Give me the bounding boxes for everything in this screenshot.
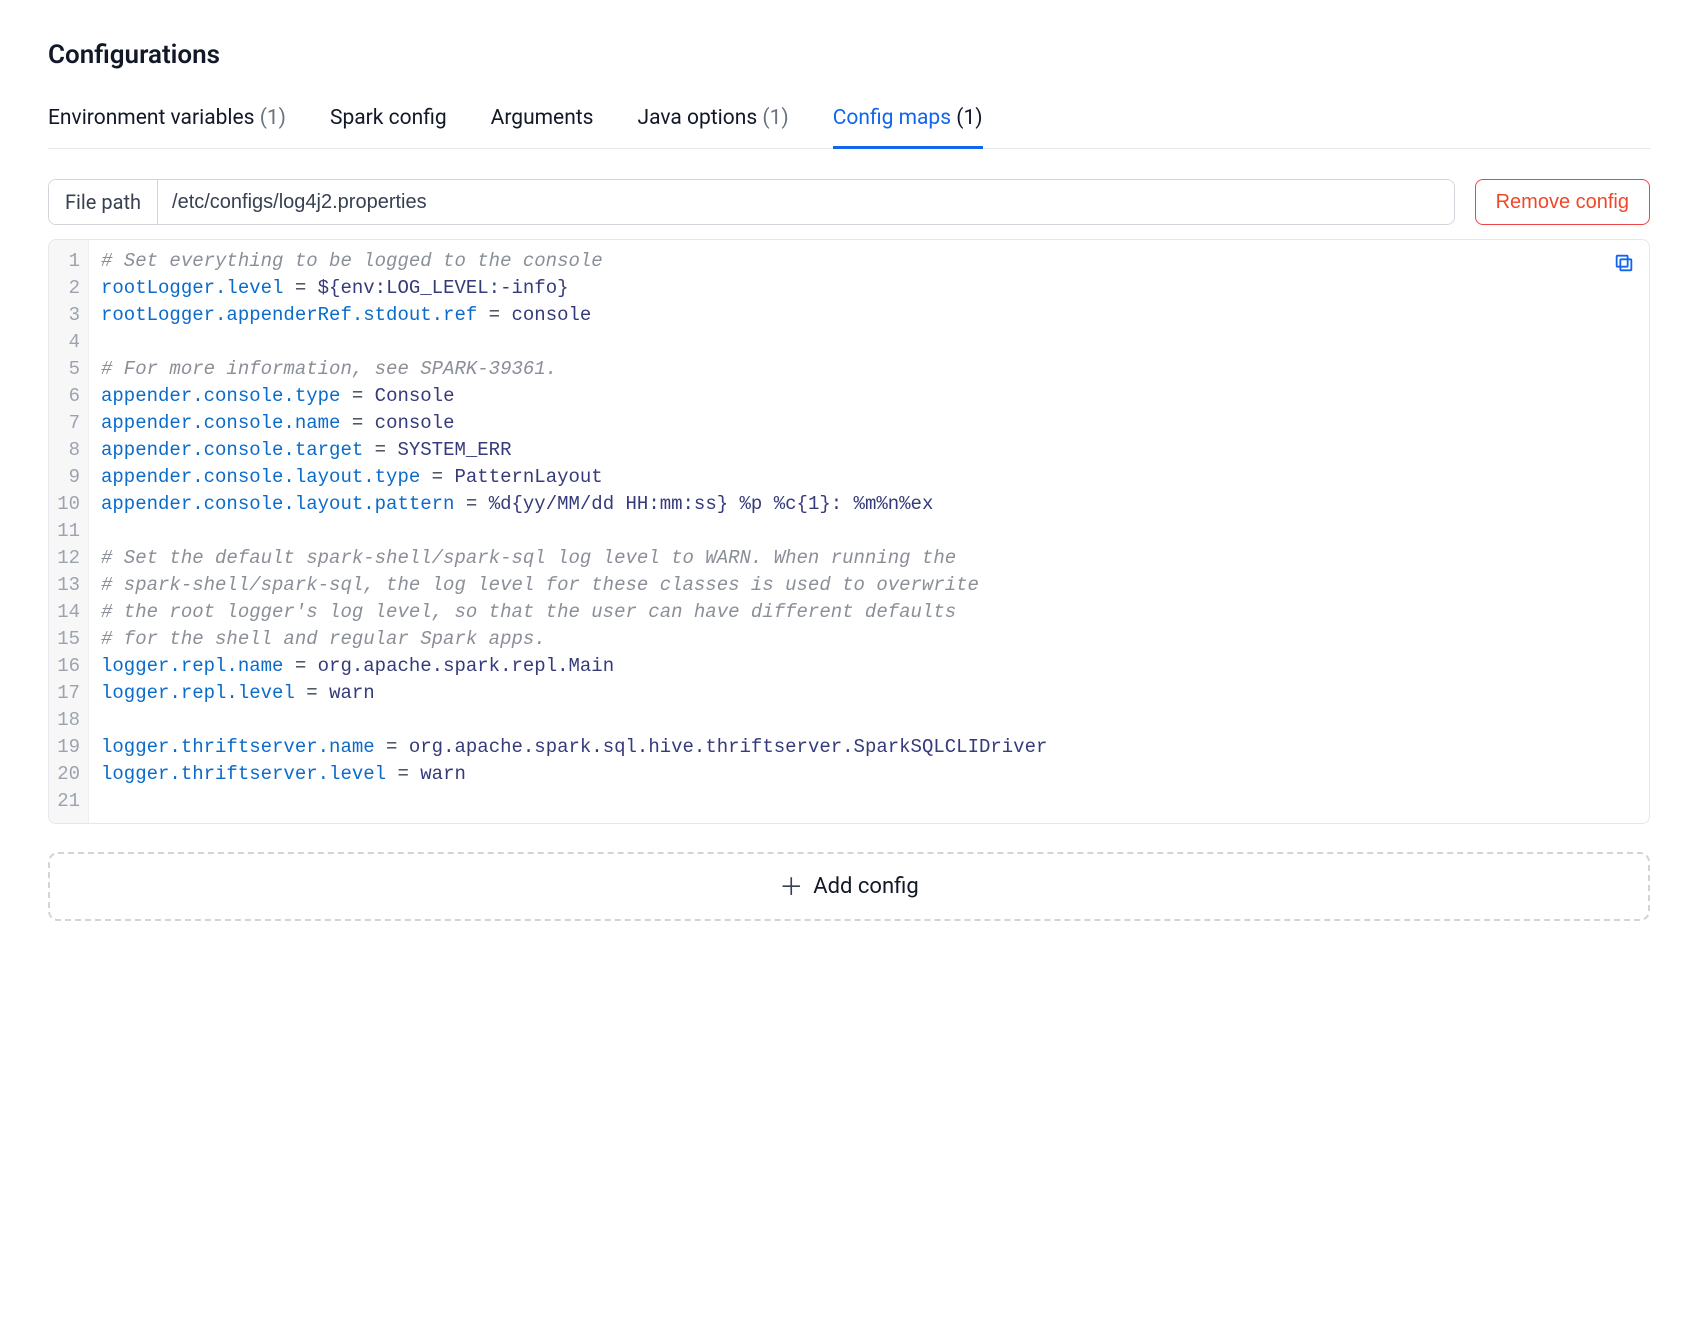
remove-config-button[interactable]: Remove config	[1475, 179, 1650, 225]
page-title: Configurations	[48, 40, 1650, 70]
code-line[interactable]: appender.console.target = SYSTEM_ERR	[101, 437, 1637, 464]
line-number: 19	[53, 734, 80, 761]
line-number: 5	[53, 356, 80, 383]
line-number: 1	[53, 248, 80, 275]
tab-environment-variables[interactable]: Environment variables (1)	[48, 106, 286, 148]
editor-code[interactable]: # Set everything to be logged to the con…	[89, 240, 1649, 823]
code-line[interactable]: # Set everything to be logged to the con…	[101, 248, 1637, 275]
tab-label: Java options	[638, 106, 758, 130]
line-number: 15	[53, 626, 80, 653]
tab-config-maps[interactable]: Config maps (1)	[833, 106, 983, 148]
code-line[interactable]: appender.console.type = Console	[101, 383, 1637, 410]
code-line[interactable]: appender.console.layout.pattern = %d{yy/…	[101, 491, 1637, 518]
tab-count: (1)	[254, 106, 286, 130]
code-line[interactable]: logger.thriftserver.level = warn	[101, 761, 1637, 788]
line-number: 9	[53, 464, 80, 491]
code-editor[interactable]: 123456789101112131415161718192021 # Set …	[48, 239, 1650, 824]
line-number: 21	[53, 788, 80, 815]
code-line[interactable]: logger.repl.name = org.apache.spark.repl…	[101, 653, 1637, 680]
config-toolbar: File path Remove config	[48, 179, 1650, 225]
line-number: 16	[53, 653, 80, 680]
add-config-button[interactable]: ＋ Add config	[48, 852, 1650, 921]
tab-java-options[interactable]: Java options (1)	[638, 106, 789, 148]
code-line[interactable]: logger.repl.level = warn	[101, 680, 1637, 707]
copy-icon[interactable]	[1613, 252, 1635, 274]
tab-label: Config maps	[833, 106, 951, 130]
line-number: 20	[53, 761, 80, 788]
code-line[interactable]	[101, 707, 1637, 734]
tab-count: (1)	[757, 106, 789, 130]
line-number: 13	[53, 572, 80, 599]
line-number: 10	[53, 491, 80, 518]
code-line[interactable]: # the root logger's log level, so that t…	[101, 599, 1637, 626]
code-line[interactable]	[101, 788, 1637, 815]
line-number: 4	[53, 329, 80, 356]
tab-label: Spark config	[330, 106, 447, 130]
line-number: 3	[53, 302, 80, 329]
filepath-label: File path	[49, 180, 158, 224]
tabs: Environment variables (1) Spark config Arg…	[48, 106, 1650, 149]
tab-label: Environment variables	[48, 106, 254, 130]
editor-gutter: 123456789101112131415161718192021	[49, 240, 89, 823]
filepath-input[interactable]	[158, 180, 1454, 224]
code-line[interactable]: appender.console.name = console	[101, 410, 1637, 437]
line-number: 18	[53, 707, 80, 734]
code-line[interactable]	[101, 329, 1637, 356]
code-line[interactable]: # spark-shell/spark-sql, the log level f…	[101, 572, 1637, 599]
line-number: 8	[53, 437, 80, 464]
code-line[interactable]: rootLogger.level = ${env:LOG_LEVEL:-info…	[101, 275, 1637, 302]
add-config-label: Add config	[813, 874, 918, 899]
line-number: 2	[53, 275, 80, 302]
line-number: 6	[53, 383, 80, 410]
line-number: 12	[53, 545, 80, 572]
code-line[interactable]: appender.console.layout.type = PatternLa…	[101, 464, 1637, 491]
filepath-group: File path	[48, 179, 1455, 225]
code-line[interactable]: # For more information, see SPARK-39361.	[101, 356, 1637, 383]
code-line[interactable]	[101, 518, 1637, 545]
tab-spark-config[interactable]: Spark config	[330, 106, 447, 148]
tab-count: (1)	[951, 106, 983, 130]
code-line[interactable]: # for the shell and regular Spark apps.	[101, 626, 1637, 653]
code-line[interactable]: # Set the default spark-shell/spark-sql …	[101, 545, 1637, 572]
plus-icon: ＋	[779, 875, 803, 899]
code-line[interactable]: rootLogger.appenderRef.stdout.ref = cons…	[101, 302, 1637, 329]
line-number: 17	[53, 680, 80, 707]
line-number: 7	[53, 410, 80, 437]
line-number: 11	[53, 518, 80, 545]
line-number: 14	[53, 599, 80, 626]
code-line[interactable]: logger.thriftserver.name = org.apache.sp…	[101, 734, 1637, 761]
tab-label: Arguments	[491, 106, 594, 130]
tab-arguments[interactable]: Arguments	[491, 106, 594, 148]
